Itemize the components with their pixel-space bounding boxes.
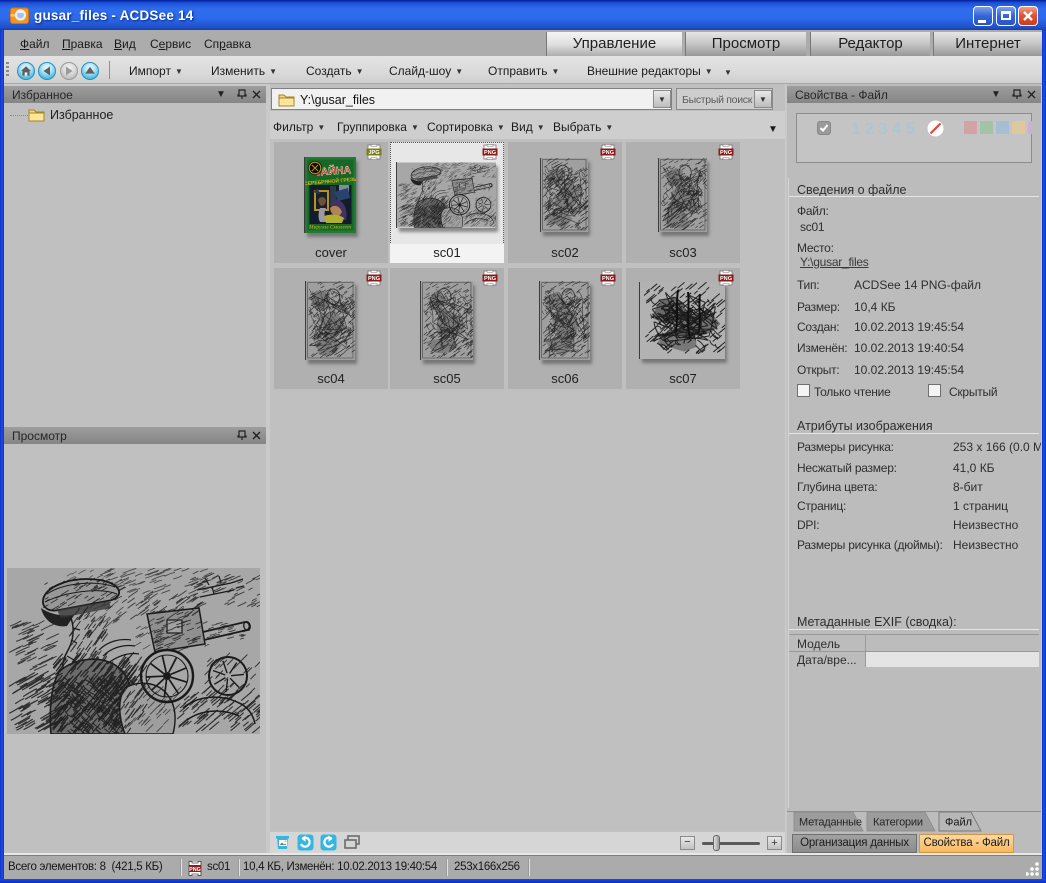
svg-text:Категории: Категории — [873, 817, 923, 829]
svg-text:PNG: PNG — [189, 867, 201, 873]
svg-text:Файл: Файл — [945, 817, 972, 829]
svg-text:Метаданные: Метаданные — [799, 817, 862, 829]
